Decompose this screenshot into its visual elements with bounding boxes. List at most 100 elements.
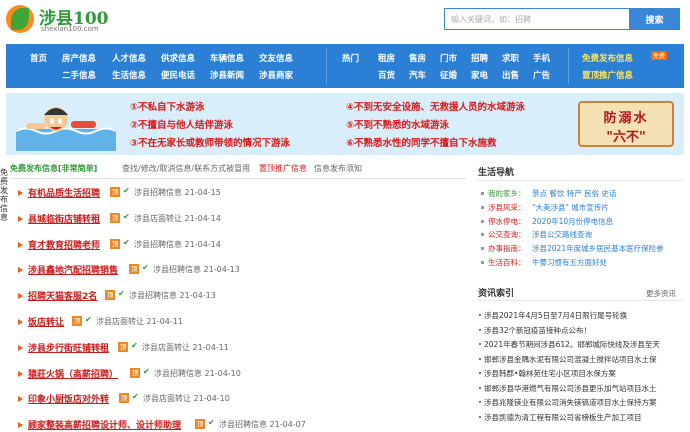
bullet-dot-icon	[479, 401, 481, 403]
listing-title-link[interactable]: 有机品质生活招聘	[28, 186, 100, 199]
listing-title-link[interactable]: 猿莊火锅（高薪招聘）	[28, 367, 118, 380]
bullet-dot-icon	[481, 192, 484, 195]
nav-sale-house[interactable]: 售房	[409, 52, 426, 64]
news-index-title: 资讯索引	[478, 289, 515, 299]
life-guide-key: 生活百科：	[488, 258, 526, 267]
news-item-link[interactable]: 涉县韩郡•翰林苑住宅小区项目水保方案	[484, 368, 684, 379]
news-item-link[interactable]: 邯郸涉县金隅水泥有限公司混凝土搅拌站项目水土保	[484, 354, 684, 365]
life-guide-value[interactable]: 景点 餐饮 特产 民俗 史话	[532, 188, 617, 199]
bullet-dot-icon	[481, 205, 484, 209]
nav-goods[interactable]: 百货	[378, 69, 395, 81]
life-guide-value[interactable]: 涉县公交路线查询	[532, 229, 592, 240]
news-item-link[interactable]: 涉县兆隆镁业有限公司消失镁镐道项目水土保持方案	[484, 397, 684, 408]
news-item-link[interactable]: 涉县2021年4月5日至7月4日限行尾号轮换	[484, 310, 684, 321]
nav-home[interactable]: 首页	[30, 52, 47, 64]
bullet-dot-icon	[481, 261, 484, 264]
listing-meta: 涉县店面转让 21-04-11	[142, 342, 229, 352]
nav-vehicle[interactable]: 车辆信息	[210, 52, 244, 64]
life-guide-title: 生活导航	[478, 168, 515, 178]
bullet-arrow-icon	[18, 293, 23, 300]
bullet-arrow-icon	[18, 267, 23, 274]
nav-jobseek[interactable]: 求职	[502, 52, 519, 64]
verified-check-icon: ✔	[123, 211, 130, 221]
tab-manage-link[interactable]: 查找/修改/取消信息/联系方式被冒用	[122, 163, 250, 174]
bullet-dot-icon	[481, 233, 484, 237]
news-more-link[interactable]: 更多资讯	[646, 288, 676, 299]
main-nav: 首页 房产信息 人才信息 供求信息 车辆信息 交友信息 二手信息 生活信息 便民…	[6, 44, 684, 88]
verified-check-icon: ✔	[123, 186, 130, 195]
listing-title-link[interactable]: 招聘天猫客服2名	[28, 289, 97, 302]
verified-check-icon: ✔	[118, 289, 125, 299]
nav-supply[interactable]: 供求信息	[161, 52, 195, 64]
life-guide-item[interactable]: 我的家乡： 景点 餐饮 特产 民俗 史话	[488, 188, 688, 200]
nav-storefront[interactable]: 门市	[440, 52, 457, 64]
top-tag-icon: 顶	[118, 341, 128, 352]
banner-rule-5: ⑤不到不熟悉的水域游泳	[346, 120, 450, 131]
life-guide-value[interactable]: 2020年10月份停电信息	[532, 216, 613, 227]
safety-banner[interactable]: ①不私自下水游泳 ②不擅自与他人结伴游泳 ③不在无家长或教师带领的情况下游泳 ④…	[6, 93, 684, 155]
nav-secondhand[interactable]: 二手信息	[62, 69, 96, 81]
listing-title-link[interactable]: 饭店转让	[28, 315, 64, 328]
listing-title-link[interactable]: 县城临街店铺转租	[28, 212, 100, 225]
life-guide-value[interactable]: 涉县2021年度城乡居民基本医疗保险参	[532, 243, 664, 254]
life-guide-item[interactable]: 办事指南： 涉县2021年度城乡居民基本医疗保险参	[488, 243, 688, 255]
site-logo[interactable]: 涉县100 shexian100.com	[6, 4, 126, 36]
nav-sell[interactable]: 出售	[502, 69, 519, 81]
search-input[interactable]	[444, 8, 629, 30]
nav-rent[interactable]: 租房	[378, 52, 395, 64]
nav-talent[interactable]: 人才信息	[112, 52, 146, 64]
tab-post-free[interactable]: 免费发布信息[非常简单]	[10, 163, 97, 174]
bullet-dot-icon	[481, 247, 484, 251]
tab-notice-link[interactable]: 信息发布须知	[314, 163, 362, 174]
nav-post-free[interactable]: 免费发布信息	[582, 52, 633, 64]
verified-check-icon: ✔	[143, 366, 150, 376]
nav-ads[interactable]: 广告	[533, 69, 550, 81]
life-guide-value[interactable]: 牛蒡习惯有五方面好处	[532, 257, 607, 268]
verified-check-icon: ✔	[131, 340, 138, 350]
life-guide-item[interactable]: 公交查询： 涉县公交路线查询	[488, 229, 688, 241]
nav-hot[interactable]: 热门	[342, 52, 359, 64]
listing-title-link[interactable]: 印象小厨饭店对外转	[28, 392, 109, 405]
search-bar: 搜索	[444, 8, 680, 30]
nav-mobile[interactable]: 手机	[533, 52, 550, 64]
news-item-link[interactable]: 邯郸涉县华港燃气有限公司涉县更乐加气站项目水土	[484, 383, 684, 394]
nav-phone[interactable]: 便民电话	[161, 69, 195, 81]
listing-title-link[interactable]: 涉县鑫地汽配招聘销售	[28, 263, 118, 276]
news-item-link[interactable]: 2021年春节期间涉县612。邯郸城际快线及涉县至天	[484, 339, 684, 350]
life-guide-item[interactable]: 涉县风采： "大美涉县" 城市宣传片	[488, 202, 688, 214]
nav-appliance[interactable]: 家电	[471, 69, 488, 81]
nav-recruit[interactable]: 招聘	[471, 52, 488, 64]
nav-merchants[interactable]: 涉县商家	[259, 69, 293, 81]
bullet-arrow-icon	[18, 344, 23, 351]
listing-meta: 涉县招聘信息 21-04-13	[129, 291, 216, 301]
nav-news[interactable]: 涉县新闻	[210, 69, 244, 81]
life-guide-item[interactable]: 停水停电： 2020年10月份停电信息	[488, 216, 688, 228]
listing-title-link[interactable]: 涉县步行街旺铺转租	[28, 341, 109, 354]
nav-dating[interactable]: 交友信息	[259, 52, 293, 64]
listing-meta: 涉县店面转让 21-04-10	[143, 394, 230, 404]
nav-cars[interactable]: 汽车	[409, 69, 426, 81]
listing-title-link[interactable]: 顾家整装高薪招聘设计师、设计师助理	[28, 418, 181, 431]
nav-marriage[interactable]: 征婚	[440, 69, 457, 81]
banner-rule-6: ⑥不熟悉水性的同学不擅自下水施救	[346, 138, 497, 149]
bullet-dot-icon	[479, 314, 481, 316]
life-guide-item[interactable]: 生活百科： 牛蒡习惯有五方面好处	[488, 257, 688, 269]
nav-promote[interactable]: 置顶推广信息	[582, 69, 633, 81]
nav-house[interactable]: 房产信息	[62, 52, 96, 64]
tab-divider	[10, 178, 466, 179]
listing-meta: 涉县店面转让 21-04-14	[134, 213, 221, 223]
search-button[interactable]: 搜索	[629, 8, 680, 30]
bullet-dot-icon	[479, 372, 481, 374]
news-divider	[478, 300, 683, 301]
news-item-link[interactable]: 涉县凯德为清工程有限公司省榜板生产加工项目	[484, 412, 684, 423]
nav-life[interactable]: 生活信息	[112, 69, 146, 81]
listing-meta: 涉县招聘信息 21-04-14	[134, 239, 221, 249]
site-header: 涉县100 shexian100.com 搜索	[0, 0, 690, 40]
top-tag-icon: 顶	[110, 238, 120, 249]
tab-promote-link[interactable]: 置顶推广信息	[259, 163, 307, 174]
news-item-link[interactable]: 涉县32个新冠疫苗接种点公布！	[484, 325, 684, 336]
side-post-free-link[interactable]: 免费发布信息	[0, 168, 10, 222]
listing-title-link[interactable]: 育才教育招聘老师	[28, 238, 100, 251]
bullet-dot-icon	[479, 357, 481, 360]
life-guide-value[interactable]: "大美涉县" 城市宣传片	[532, 202, 609, 213]
